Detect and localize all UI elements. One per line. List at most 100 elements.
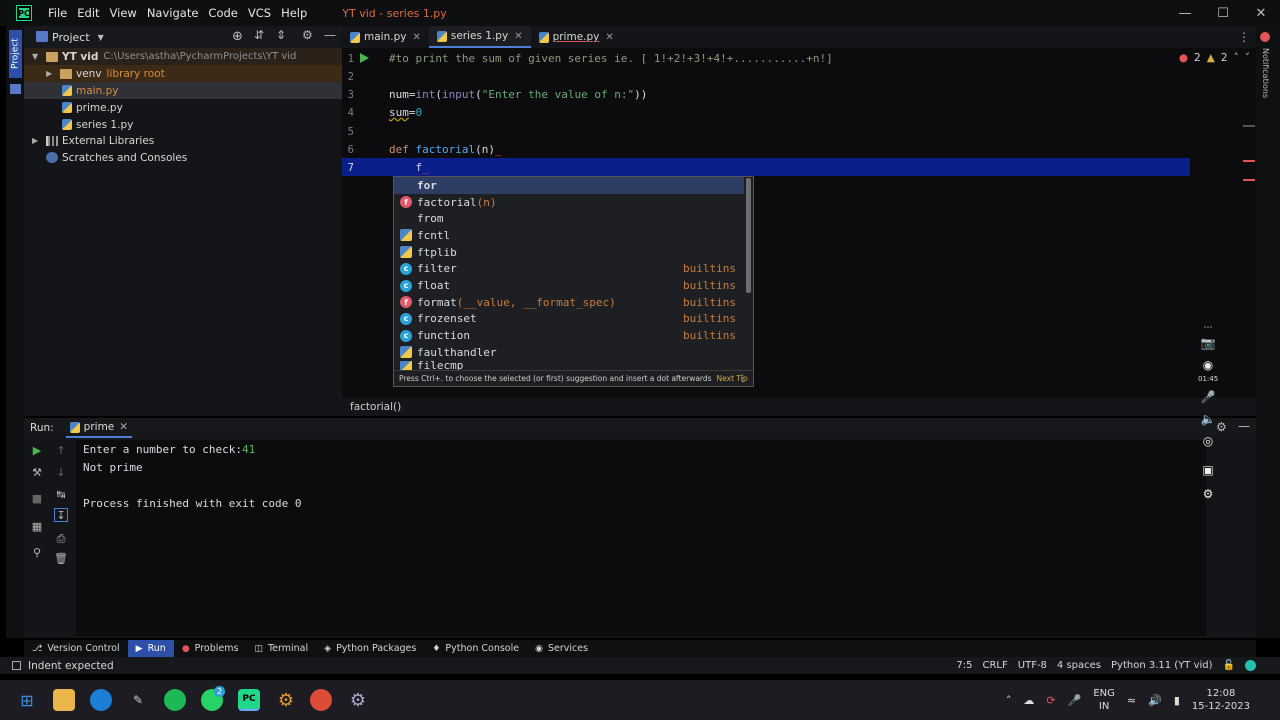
menu-edit[interactable]: Edit	[72, 6, 104, 20]
chrome-icon[interactable]	[310, 689, 332, 711]
python-interpreter[interactable]: Python 3.11 (YT vid)	[1111, 660, 1213, 671]
run-gutter-icon[interactable]	[360, 53, 369, 63]
tab-python-packages[interactable]: ◈ Python Packages	[316, 640, 424, 657]
gear-icon[interactable]: ⚙	[1200, 486, 1216, 502]
completion-item[interactable]: faulthandler	[394, 344, 744, 361]
chevron-up-icon[interactable]: ˄	[1234, 52, 1239, 64]
chevron-up-icon[interactable]: ˄	[1006, 694, 1012, 707]
wifi-icon[interactable]: ≈	[1127, 694, 1136, 707]
expand-all-icon[interactable]: ⇵	[254, 28, 264, 42]
tree-item-project-root[interactable]: ▼ YT vid C:\Users\astha\PycharmProjects\…	[24, 48, 342, 65]
chevron-down-icon[interactable]: ▼	[98, 33, 104, 42]
completion-item[interactable]: c function builtins	[394, 327, 744, 344]
chevron-down-icon[interactable]: ˅	[1245, 52, 1250, 64]
tab-prime-run[interactable]: prime ✕	[65, 418, 133, 438]
completion-item[interactable]: for	[394, 177, 744, 194]
indent-setting[interactable]: 4 spaces	[1057, 660, 1101, 671]
wrench-icon[interactable]: ⚒	[30, 466, 44, 480]
trash-icon[interactable]: 🗑	[54, 552, 68, 566]
completion-item[interactable]: ftplib	[394, 244, 744, 261]
pin-icon[interactable]: ⚲	[30, 546, 44, 560]
pycharm-taskbar-icon[interactable]: PC	[238, 689, 260, 711]
tree-item-venv[interactable]: ▶ venv library root	[24, 65, 342, 82]
close-tab-icon[interactable]: ✕	[119, 421, 128, 433]
tool-windows-toggle-icon[interactable]	[12, 661, 21, 670]
tab-main-py[interactable]: main.py ✕	[342, 26, 429, 48]
error-stripe-marker[interactable]	[1243, 160, 1255, 162]
record-icon[interactable]: ◉	[1200, 357, 1216, 373]
notifications-tab[interactable]: Notifications	[1258, 48, 1270, 108]
tab-terminal[interactable]: ◫ Terminal	[246, 640, 316, 657]
completion-item[interactable]: f factorial (n)	[394, 194, 744, 211]
chevron-right-icon[interactable]: ▶	[32, 136, 42, 145]
gear-icon[interactable]: ⚙	[302, 28, 313, 42]
project-view-selector[interactable]: Project	[52, 31, 90, 44]
tree-item-prime-py[interactable]: prime.py	[24, 99, 342, 116]
volume-icon[interactable]: 🔊	[1148, 694, 1162, 707]
tab-prime-py[interactable]: prime.py ✕	[531, 26, 622, 48]
gear-icon[interactable]: ⚙	[347, 689, 369, 711]
more-options-icon[interactable]: ⋯	[1200, 320, 1216, 336]
locate-file-icon[interactable]: ⊕	[232, 29, 243, 44]
completion-scrollbar[interactable]	[746, 178, 751, 293]
edge-browser-icon[interactable]	[90, 689, 112, 711]
tree-item-series-py[interactable]: series 1.py	[24, 116, 342, 133]
hide-panel-icon[interactable]: —	[1238, 419, 1250, 433]
file-encoding[interactable]: UTF-8	[1018, 660, 1047, 671]
clock[interactable]: 12:08 15-12-2023	[1192, 687, 1250, 713]
stop-icon[interactable]: ■	[30, 492, 44, 506]
menu-navigate[interactable]: Navigate	[142, 6, 204, 20]
completion-item[interactable]: from	[394, 210, 744, 227]
spotify-icon[interactable]	[164, 689, 186, 711]
input-language[interactable]: ENG IN	[1093, 687, 1115, 713]
chevron-right-icon[interactable]: ▶	[46, 69, 56, 78]
hide-panel-icon[interactable]: —	[324, 28, 336, 42]
completion-item[interactable]: fcntl	[394, 227, 744, 244]
close-window-button[interactable]: ✕	[1242, 0, 1280, 26]
minimize-button[interactable]: —	[1166, 0, 1204, 26]
run-console[interactable]	[76, 440, 1206, 636]
windows-start-icon[interactable]: ⊞	[16, 689, 38, 711]
tab-problems[interactable]: ● Problems	[174, 640, 247, 657]
python-idle-icon[interactable]: ✎	[127, 689, 149, 711]
completion-item[interactable]: c filter builtins	[394, 261, 744, 278]
sync-icon[interactable]: ⟳	[1046, 694, 1055, 707]
completion-item[interactable]: c float builtins	[394, 277, 744, 294]
tab-python-console[interactable]: ♦ Python Console	[424, 640, 527, 657]
microphone-icon[interactable]: 🎤	[1068, 694, 1082, 707]
camera-icon[interactable]: 📷	[1200, 335, 1216, 351]
error-stripe-marker[interactable]	[1243, 179, 1255, 181]
menu-vcs[interactable]: VCS	[243, 6, 276, 20]
completion-item[interactable]: f format (__value, __format_spec) builtins	[394, 294, 744, 311]
close-tab-icon[interactable]: ✕	[605, 32, 613, 43]
menu-file[interactable]: File	[43, 6, 72, 20]
menu-view[interactable]: View	[105, 6, 142, 20]
project-tool-tab[interactable]: Project	[9, 30, 22, 78]
completion-item[interactable]: c frozenset builtins	[394, 311, 744, 328]
lock-icon[interactable]: 🔓	[1223, 660, 1235, 671]
inspection-widget[interactable]: ● 2 ▲ 2 ˄ ˅	[1179, 52, 1250, 64]
microphone-icon[interactable]: 🎤	[1200, 389, 1216, 405]
scroll-to-end-icon[interactable]: ↧	[54, 508, 68, 522]
rerun-icon[interactable]: ▶	[30, 444, 44, 458]
menu-help[interactable]: Help	[276, 6, 312, 20]
menu-code[interactable]: Code	[203, 6, 242, 20]
layout-icon[interactable]: ▦	[30, 520, 44, 534]
caret-position[interactable]: 7:5	[956, 660, 972, 671]
breadcrumb[interactable]: factorial()	[350, 401, 401, 413]
scroll-marker[interactable]	[1243, 125, 1255, 127]
more-tabs-icon[interactable]: ⋮	[1238, 30, 1250, 44]
maximize-button[interactable]: ☐	[1204, 0, 1242, 26]
tab-run[interactable]: ▶ Run	[127, 640, 174, 657]
speaker-icon[interactable]: 🔈	[1200, 411, 1216, 427]
close-tab-icon[interactable]: ✕	[514, 31, 522, 42]
assistant-icon[interactable]	[1245, 660, 1256, 671]
pycharm-logo-icon[interactable]: PC	[16, 5, 32, 21]
line-separator[interactable]: CRLF	[983, 660, 1008, 671]
soft-wrap-icon[interactable]: ↹	[54, 488, 68, 502]
tree-item-main-py[interactable]: main.py	[24, 82, 342, 99]
battery-icon[interactable]: ▮	[1174, 694, 1180, 707]
notification-bell-icon[interactable]	[1260, 32, 1270, 42]
close-tab-icon[interactable]: ✕	[412, 32, 420, 43]
collapse-all-icon[interactable]: ⇕	[276, 28, 286, 42]
